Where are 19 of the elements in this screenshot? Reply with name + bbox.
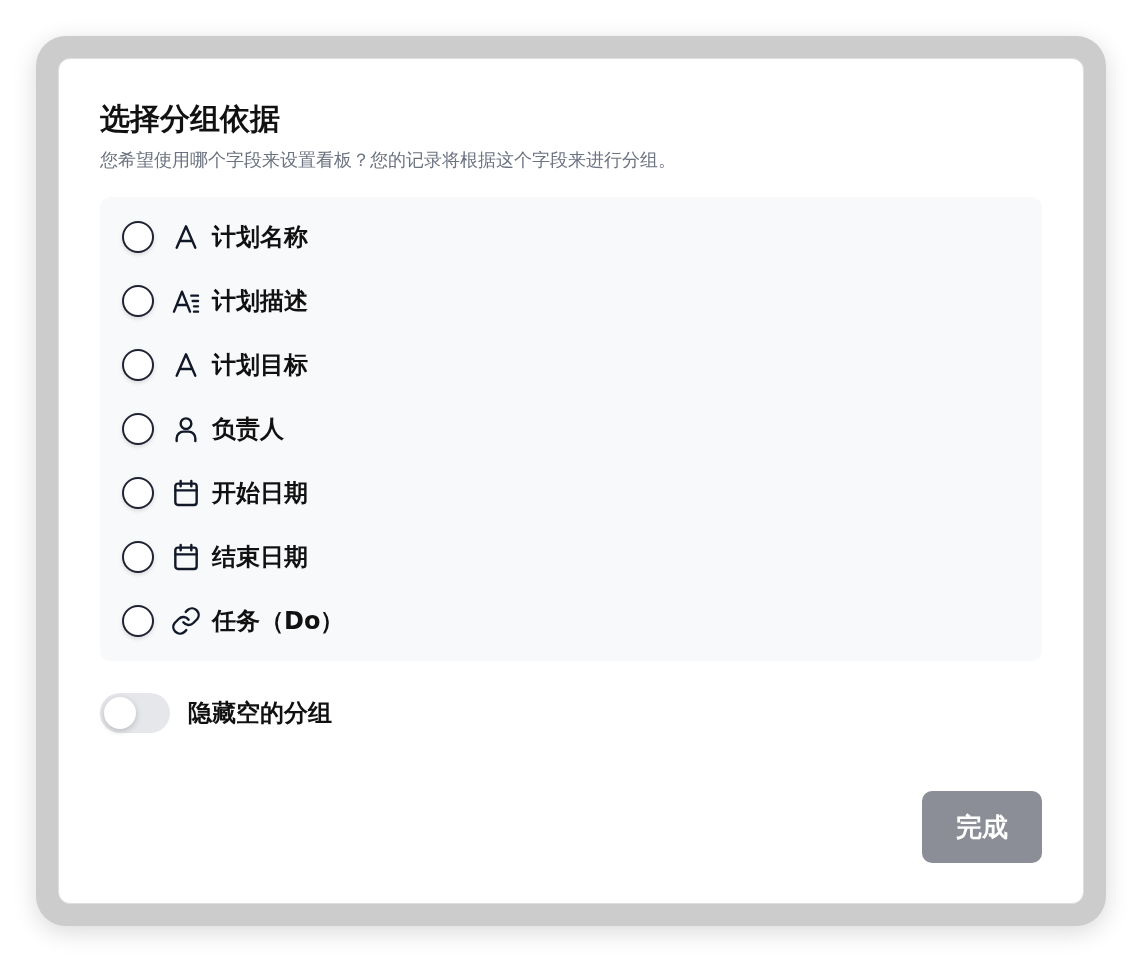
field-label: 计划描述 bbox=[212, 286, 308, 317]
field-label: 开始日期 bbox=[212, 478, 308, 509]
radio-button[interactable] bbox=[122, 349, 154, 381]
field-label: 结束日期 bbox=[212, 542, 308, 573]
field-label: 任务（Do） bbox=[212, 606, 345, 637]
radio-button[interactable] bbox=[122, 477, 154, 509]
radio-button[interactable] bbox=[122, 221, 154, 253]
radio-button[interactable] bbox=[122, 413, 154, 445]
dialog-description: 您希望使用哪个字段来设置看板？您的记录将根据这个字段来进行分组。 bbox=[100, 148, 677, 172]
link-icon bbox=[170, 605, 202, 637]
dialog-title: 选择分组依据 bbox=[100, 100, 281, 138]
hide-empty-toggle[interactable] bbox=[100, 693, 170, 733]
toggle-label: 隐藏空的分组 bbox=[188, 698, 332, 729]
field-label: 负责人 bbox=[212, 414, 284, 445]
radio-button[interactable] bbox=[122, 541, 154, 573]
field-label: 计划名称 bbox=[212, 222, 308, 253]
radio-button[interactable] bbox=[122, 285, 154, 317]
field-label: 计划目标 bbox=[212, 350, 308, 381]
radio-button[interactable] bbox=[122, 605, 154, 637]
